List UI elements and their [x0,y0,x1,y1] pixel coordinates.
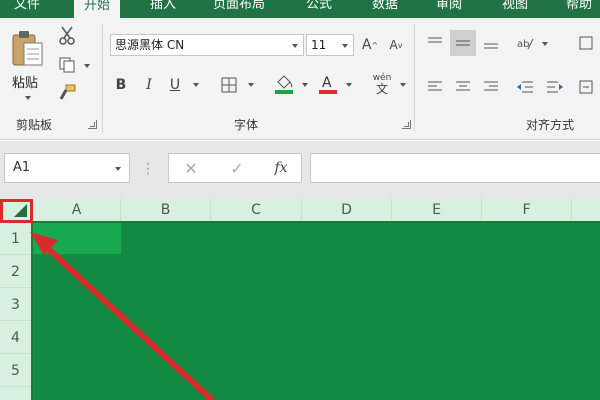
annotation-arrow-icon [30,232,215,400]
